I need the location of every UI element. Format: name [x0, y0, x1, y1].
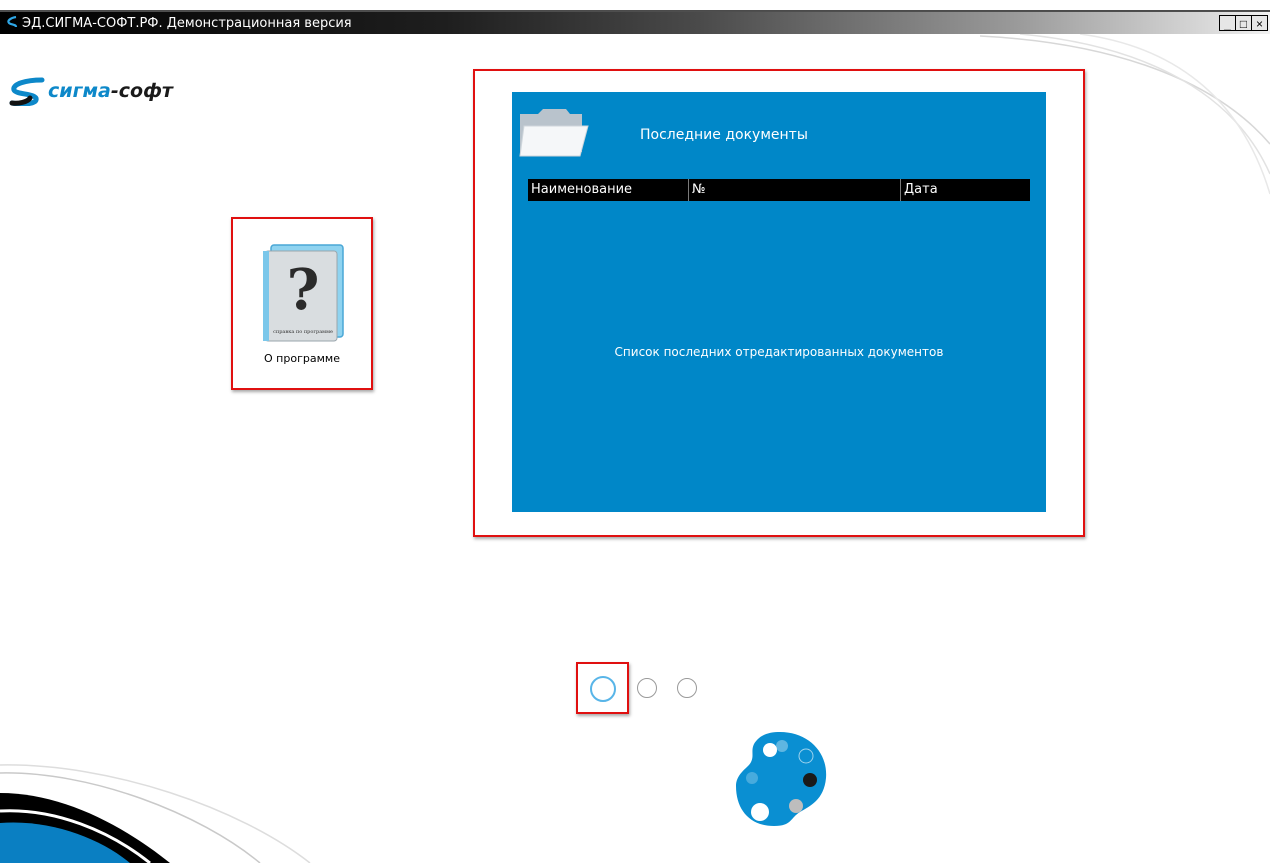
brand-logo: сигма-софт	[8, 76, 173, 106]
folder-icon	[519, 109, 589, 157]
window-title: ЭД.СИГМА-СОФТ.РФ. Демонстрационная верси…	[22, 16, 352, 31]
palette-icon[interactable]	[730, 726, 830, 830]
decorative-swoosh-bottom	[0, 764, 311, 863]
column-header-number[interactable]: №	[688, 179, 900, 201]
recent-documents-frame: Последние документы Наименование № Дата …	[473, 69, 1085, 537]
pager-active-frame	[576, 662, 629, 714]
pager-dot-3[interactable]	[677, 678, 697, 698]
recent-documents-empty-text: Список последних отредактированных докум…	[614, 345, 944, 359]
help-book-icon: ? справка по программе	[263, 244, 344, 342]
book-caption: справка по программе	[273, 329, 333, 335]
about-program-tile[interactable]: ? справка по программе О программе	[231, 217, 373, 390]
title-bar: ЭД.СИГМА-СОФТ.РФ. Демонстрационная верси…	[0, 0, 1270, 34]
logo-text: сигма-софт	[48, 80, 173, 102]
pager-dot-2[interactable]	[637, 678, 657, 698]
minimize-button[interactable]: _	[1219, 15, 1236, 31]
svg-text:?: ?	[287, 257, 320, 323]
window-controls: _ □ ×	[1219, 15, 1268, 31]
recent-documents-title: Последние документы	[640, 127, 808, 143]
column-header-name[interactable]: Наименование	[528, 179, 688, 201]
documents-table-header: Наименование № Дата	[528, 179, 1030, 201]
about-program-label: О программе	[264, 352, 340, 365]
recent-documents-panel[interactable]: Последние документы Наименование № Дата …	[512, 92, 1046, 512]
logo-text-main: сигма	[48, 80, 111, 102]
sigma-logo-icon	[9, 77, 45, 106]
logo-text-dash: -	[110, 80, 119, 102]
column-header-date[interactable]: Дата	[900, 179, 1030, 201]
close-button[interactable]: ×	[1251, 15, 1268, 31]
app-logo-icon	[7, 16, 18, 28]
maximize-button[interactable]: □	[1235, 15, 1252, 31]
pager-dot-1[interactable]	[590, 676, 616, 702]
logo-text-tail: софт	[118, 80, 173, 102]
